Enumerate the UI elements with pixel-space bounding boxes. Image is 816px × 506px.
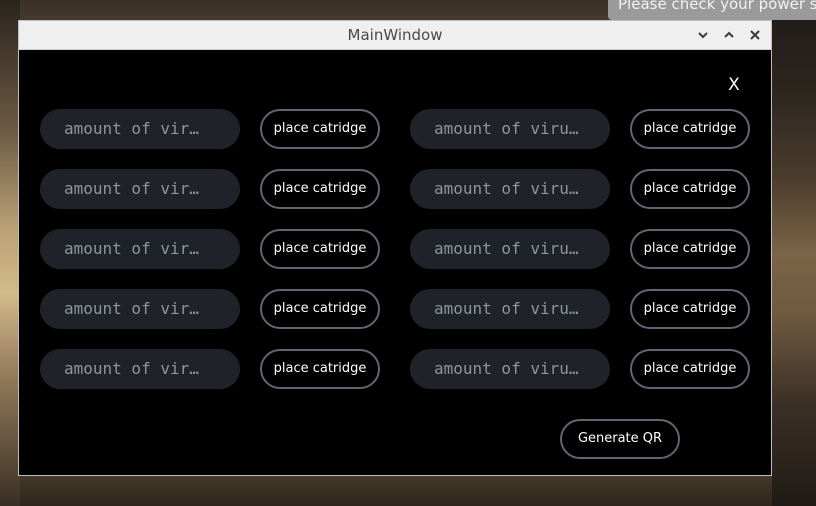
main-window: MainWindow X amount of vir… place catrid… bbox=[18, 20, 772, 476]
virus-amount-field[interactable]: amount of vir… bbox=[40, 289, 240, 329]
place-cartridge-button[interactable]: place catridge bbox=[630, 169, 750, 209]
generate-qr-button[interactable]: Generate QR bbox=[560, 419, 680, 459]
virus-amount-field[interactable]: amount of viru… bbox=[410, 289, 610, 329]
virus-amount-field[interactable]: amount of vir… bbox=[40, 349, 240, 389]
virus-amount-field[interactable]: amount of viru… bbox=[410, 109, 610, 149]
virus-amount-field[interactable]: amount of vir… bbox=[40, 169, 240, 209]
title-bar[interactable]: MainWindow bbox=[19, 21, 771, 50]
window-title: MainWindow bbox=[347, 26, 443, 44]
desktop-wallpaper-left bbox=[0, 0, 20, 506]
virus-amount-field[interactable]: amount of vir… bbox=[40, 109, 240, 149]
maximize-icon[interactable] bbox=[721, 27, 737, 43]
place-cartridge-button[interactable]: place catridge bbox=[630, 349, 750, 389]
place-cartridge-button[interactable]: place catridge bbox=[630, 109, 750, 149]
place-cartridge-button[interactable]: place catridge bbox=[260, 169, 380, 209]
close-button[interactable]: X bbox=[726, 75, 742, 95]
desktop-wallpaper-right bbox=[772, 0, 816, 506]
place-cartridge-button[interactable]: place catridge bbox=[260, 229, 380, 269]
place-cartridge-button[interactable]: place catridge bbox=[260, 349, 380, 389]
minimize-icon[interactable] bbox=[695, 27, 711, 43]
close-icon[interactable] bbox=[747, 27, 763, 43]
notification-banner: Please check your power s bbox=[608, 0, 816, 20]
virus-amount-field[interactable]: amount of viru… bbox=[410, 169, 610, 209]
place-cartridge-button[interactable]: place catridge bbox=[260, 289, 380, 329]
virus-amount-field[interactable]: amount of vir… bbox=[40, 229, 240, 269]
place-cartridge-button[interactable]: place catridge bbox=[260, 109, 380, 149]
place-cartridge-button[interactable]: place catridge bbox=[630, 229, 750, 269]
virus-amount-field[interactable]: amount of viru… bbox=[410, 229, 610, 269]
place-cartridge-button[interactable]: place catridge bbox=[630, 289, 750, 329]
virus-amount-field[interactable]: amount of viru… bbox=[410, 349, 610, 389]
